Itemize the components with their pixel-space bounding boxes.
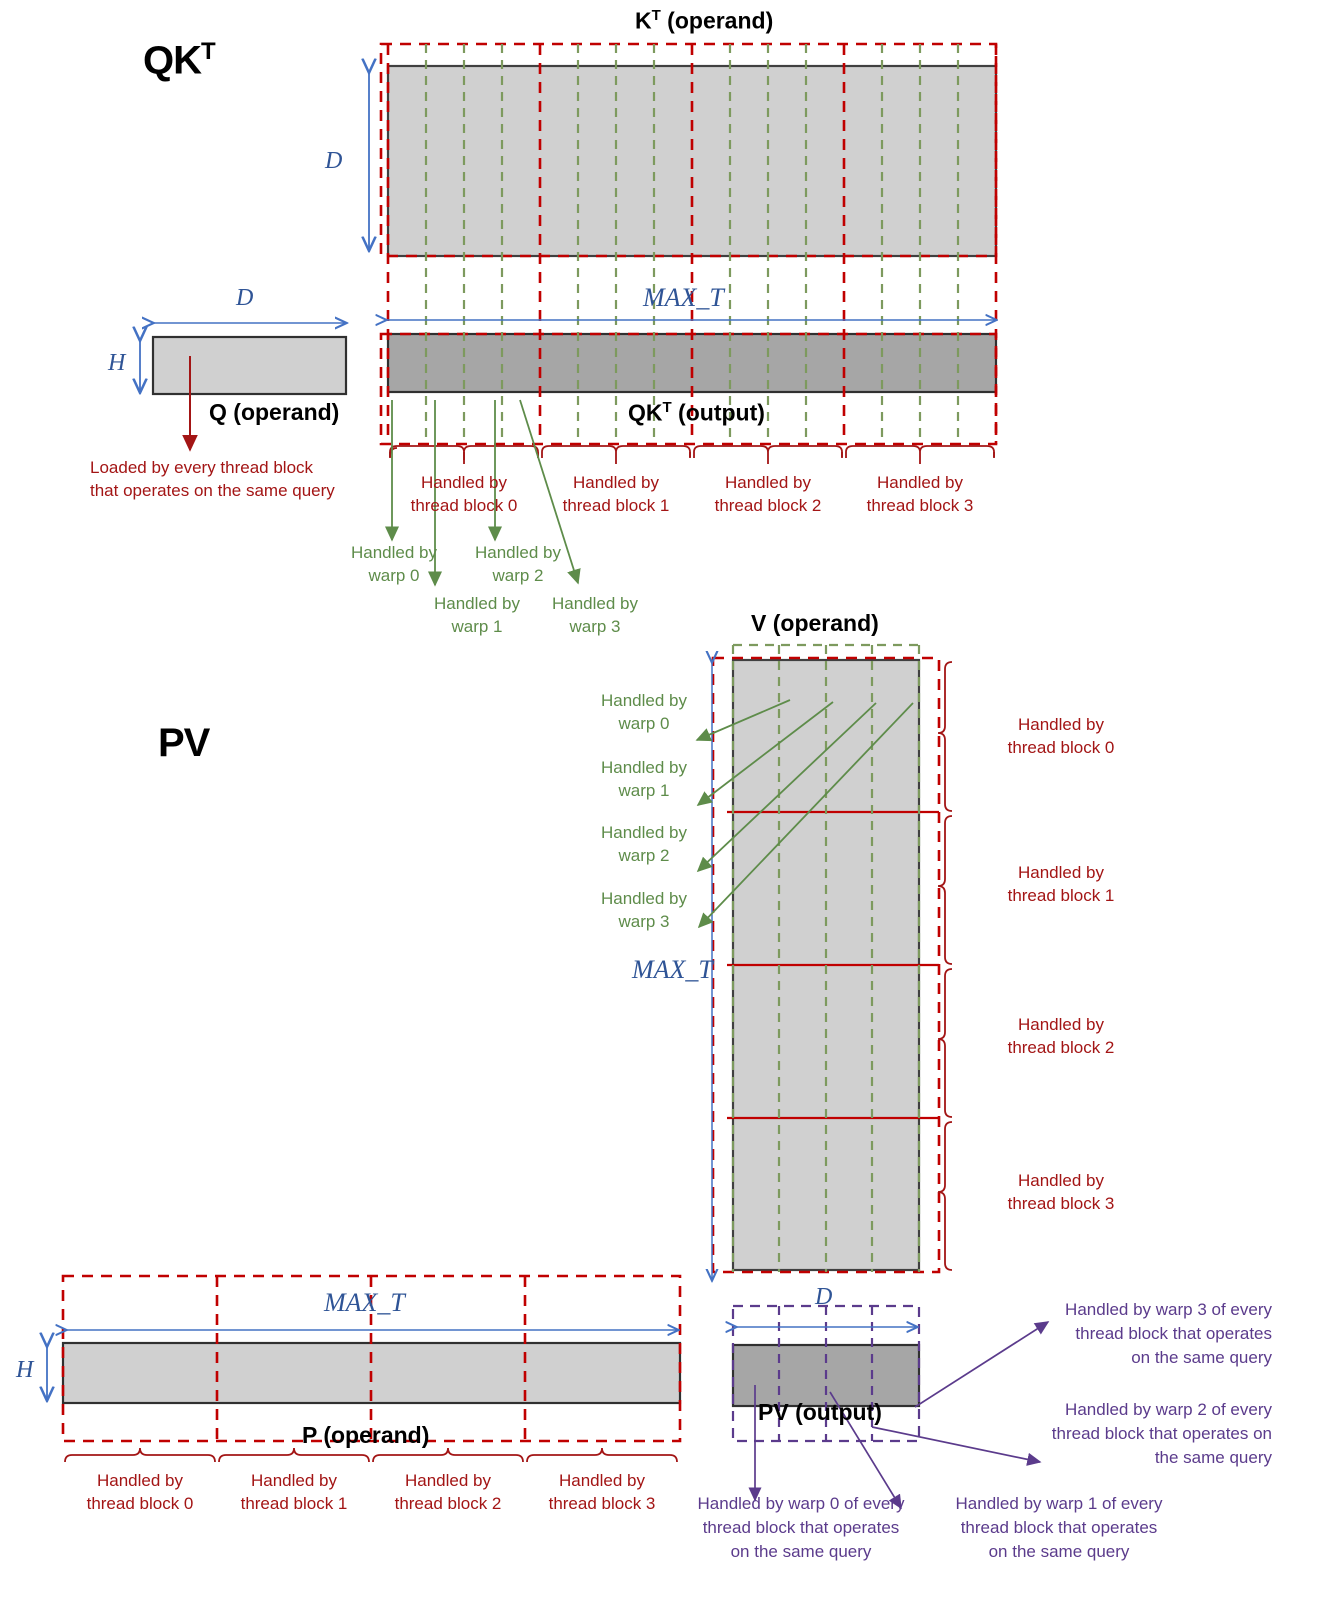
v-threadblock-1-label: Handled by thread block 1 (1007, 863, 1115, 905)
qkt-warp-2-label: Handled by warp 2 (474, 543, 561, 585)
qkt-warp-3-label: Handled by warp 3 (551, 594, 638, 636)
v-warp-1-label: Handled by warp 1 (600, 758, 687, 800)
pv-warp-2-note: Handled by warp 2 of every thread block … (1051, 1400, 1272, 1467)
v-threadblock-0-label: Handled by thread block 0 (1007, 715, 1115, 757)
qkt-MAXT-label: MAX_T (643, 283, 724, 312)
qkt-threadblock-0-label: Handled by thread block 0 (410, 473, 518, 515)
p-H-label: H (16, 1357, 34, 1383)
qkt-output-matrix (386, 332, 998, 394)
qkt-threadblock-2-label: Handled by thread block 2 (714, 473, 822, 515)
v-warp-2-label: Handled by warp 2 (600, 823, 687, 865)
p-threadblock-1-label: Handled by thread block 1 (240, 1471, 348, 1513)
pv-warp-2-arrow (871, 1426, 1042, 1466)
q-loaded-note: Loaded by every thread block that operat… (90, 458, 335, 500)
q-operand-label: Q (operand) (209, 399, 340, 425)
q-D-label: D (236, 285, 254, 311)
v-threadblock-2-label: Handled by thread block 2 (1007, 1015, 1115, 1057)
q-H-label: H (108, 350, 126, 376)
q-operand-matrix (151, 335, 348, 396)
pv-warp-3-note: Handled by warp 3 of every thread block … (1065, 1300, 1272, 1367)
qkt-threadblock-braces (389, 445, 995, 464)
section-title-pv: PV (158, 721, 210, 765)
section-title-qkt: QKT (143, 38, 216, 83)
v-warp-0-label: Handled by warp 0 (600, 691, 687, 733)
pv-D-label: D (815, 1284, 833, 1310)
p-threadblock-0-label: Handled by thread block 0 (86, 1471, 194, 1513)
p-operand-label: P (operand) (302, 1422, 430, 1448)
v-warp-3-label: Handled by warp 3 (600, 889, 687, 931)
v-MAXT-label: MAX_T (632, 955, 713, 984)
v-threadblock-3-label: Handled by thread block 3 (1007, 1171, 1115, 1213)
pv-warp-0-note: Handled by warp 0 of every thread block … (697, 1494, 905, 1561)
diagram-canvas: QKT KT (operand) D MAX_T QKT (output) D … (0, 0, 1332, 1600)
p-MAXT-label: MAX_T (324, 1288, 405, 1317)
qkt-threadblock-1-label: Handled by thread block 1 (562, 473, 670, 515)
qkt-output-label: QKT (output) (628, 399, 765, 426)
p-threadblock-braces (64, 1447, 678, 1463)
qkt-threadblock-3-label: Handled by thread block 3 (866, 473, 974, 515)
v-operand-label: V (operand) (751, 610, 879, 636)
pv-warp-1-note: Handled by warp 1 of every thread block … (955, 1494, 1163, 1561)
pv-output-label: PV (output) (758, 1399, 882, 1425)
p-threadblock-3-label: Handled by thread block 3 (548, 1471, 656, 1513)
kt-operand-label: KT (operand) (635, 7, 774, 34)
p-threadblock-2-label: Handled by thread block 2 (394, 1471, 502, 1513)
kt-D-label: D (325, 148, 343, 174)
